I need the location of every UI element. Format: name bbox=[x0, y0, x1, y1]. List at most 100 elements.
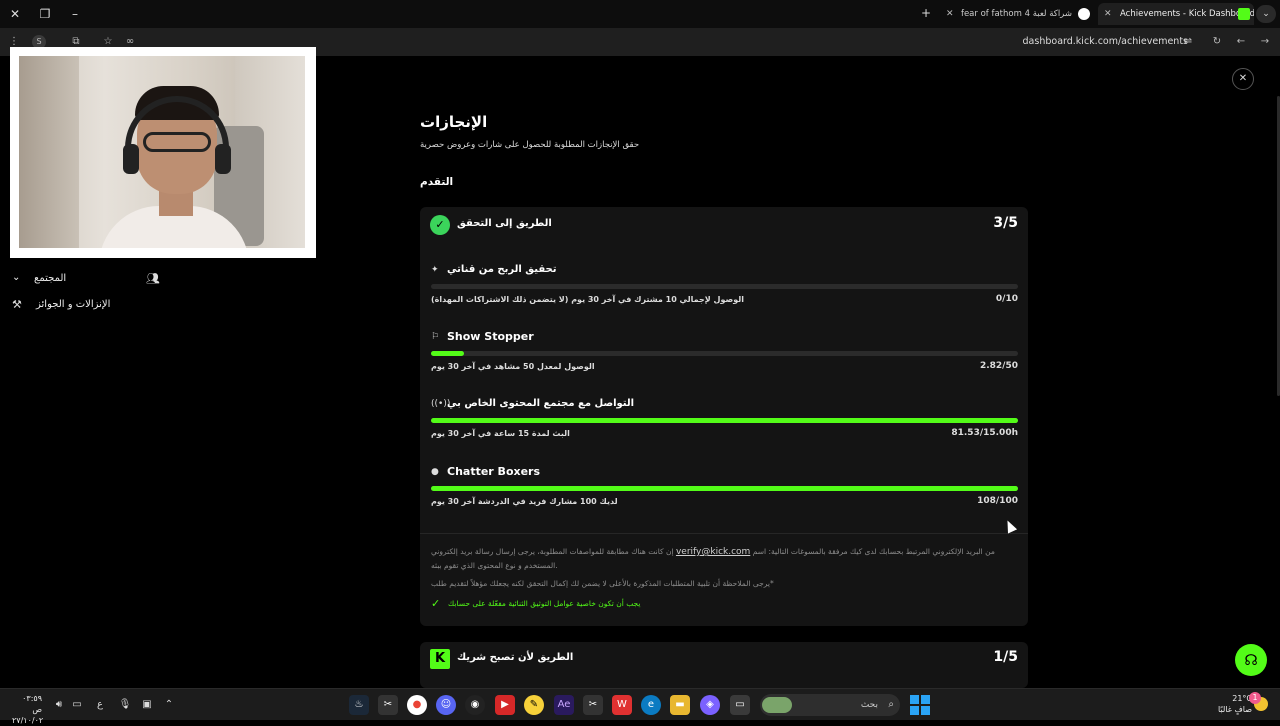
weather-widget[interactable]: 21°C صافٍ غالبًا bbox=[1212, 693, 1252, 715]
minimize-window-icon[interactable]: – bbox=[66, 5, 84, 23]
card-count: 1/5 bbox=[993, 649, 1018, 665]
google-favicon-icon bbox=[1078, 8, 1090, 20]
achievement-description: الوصول لإجمالي 10 مشترك في آخر 30 يوم (ل… bbox=[431, 295, 744, 304]
restore-window-icon[interactable]: ❐ bbox=[36, 5, 54, 23]
progress-track bbox=[431, 418, 1018, 423]
progress-track bbox=[431, 351, 1018, 356]
tab-search-results[interactable]: ✕ شراكة لعبة fear of fathom 4 - بحث bbox=[942, 3, 1094, 25]
progress-track bbox=[431, 284, 1018, 289]
weather-temp: 21°C bbox=[1232, 694, 1252, 703]
card-count: 3/5 bbox=[993, 215, 1018, 231]
forward-icon[interactable]: ← bbox=[1233, 34, 1249, 50]
progress-fill bbox=[431, 351, 465, 356]
chat-bubble-icon: ● bbox=[431, 467, 439, 477]
site-settings-icon[interactable]: ⇌ bbox=[1180, 34, 1196, 50]
achievement-show-stopper: ⚐ Show Stopper الوصول لمعدل 50 مشاهد في … bbox=[431, 330, 1018, 390]
card-title: الطريق لأن تصبح شريك bbox=[457, 652, 574, 663]
copilot-app-icon[interactable]: ◈ bbox=[700, 695, 720, 715]
capcut-app-icon[interactable]: ✂ bbox=[378, 695, 398, 715]
webcam-overlay bbox=[10, 47, 316, 258]
taskbar-search[interactable]: بحث ⌕ bbox=[760, 694, 900, 716]
steam-app-icon[interactable]: ♨ bbox=[349, 695, 369, 715]
windows-start-icon[interactable] bbox=[910, 695, 930, 715]
achievement-value: 81.53/15.00h bbox=[951, 428, 1018, 438]
verification-card: ✓ الطريق إلى التحقق 3/5 ✦ تحقيق الربح من… bbox=[420, 207, 1028, 626]
paint-app-icon[interactable]: ✎ bbox=[524, 695, 544, 715]
achievement-value: 0/10 bbox=[995, 294, 1018, 304]
close-window-icon[interactable]: ✕ bbox=[6, 5, 24, 23]
achievement-chatter-boxers: ● Chatter Boxers لديك 100 مشارك فريد في … bbox=[431, 465, 1018, 525]
achievement-name: التواصل مع مجتمع المحتوى الخاص بي bbox=[447, 398, 635, 409]
tab-title: شراكة لعبة fear of fathom 4 - بحث bbox=[960, 9, 1072, 19]
community-users-icon: 👥︎ bbox=[146, 272, 160, 285]
notification-badge: 1 bbox=[1249, 692, 1261, 704]
weather-desc: صافٍ غالبًا bbox=[1218, 705, 1252, 714]
achievement-monetize: ✦ تحقيق الربح من قناتي الوصول لإجمالي 10… bbox=[431, 263, 1018, 323]
clock-time: ٠٣:٥٩ ص bbox=[22, 694, 42, 714]
search-icon: ⌕ bbox=[888, 699, 894, 710]
chevron-down-icon: ⌄ bbox=[12, 272, 21, 283]
input-language[interactable]: ع bbox=[93, 698, 107, 712]
kick-favicon-icon bbox=[1238, 8, 1250, 20]
tab-search-chevron-icon[interactable]: ⌄ bbox=[1256, 5, 1276, 23]
achievement-name: Show Stopper bbox=[447, 330, 534, 343]
progress-track bbox=[431, 486, 1018, 491]
address-bar[interactable]: dashboard.kick.com/achievements bbox=[1023, 33, 1188, 51]
network-icon[interactable]: ▭ bbox=[70, 698, 84, 712]
note-text: إن كانت هناك مطابقة للمواصفات المطلوبة، … bbox=[431, 547, 674, 556]
sidebar-item-drops-rewards[interactable]: ⚒ الإنزالات و الجوائز bbox=[12, 298, 132, 316]
search-highlight-image bbox=[762, 697, 792, 713]
progress-fill bbox=[431, 486, 1018, 491]
capcut-app-icon[interactable]: ✂ bbox=[583, 695, 603, 715]
tray-app-icon[interactable]: ▣ bbox=[140, 698, 154, 712]
close-tab-icon[interactable]: ✕ bbox=[946, 3, 954, 25]
check-icon: ✓ bbox=[431, 597, 441, 610]
support-chat-button[interactable]: ☊ bbox=[1235, 644, 1267, 676]
achievement-description: الوصول لمعدل 50 مشاهد في آخر 30 يوم bbox=[431, 362, 595, 371]
tab-title: Achievements - Kick Dashboard bbox=[1120, 9, 1254, 19]
achievement-name: تحقيق الربح من قناتي bbox=[447, 264, 557, 275]
verification-disclaimer: يرجى الملاحظة أن تلبية المتطلبات المذكور… bbox=[431, 579, 774, 588]
webcam-video bbox=[19, 56, 305, 248]
task-view-icon[interactable]: ▭ bbox=[730, 695, 750, 715]
requirement-text: يجب أن تكون خاصية عوامل التوثيق الثنائية… bbox=[448, 599, 641, 608]
kick-logo-icon[interactable]: ✕ bbox=[1232, 68, 1254, 90]
card-title: الطريق إلى التحقق bbox=[457, 218, 552, 229]
clock[interactable]: ٠٣:٥٩ ص ٢٧/١٠/٠٢ bbox=[12, 693, 44, 726]
achievement-connect-community: ((•)) التواصل مع مجتمع المحتوى الخاص بي … bbox=[431, 397, 1018, 457]
achievement-value: 2.82/50 bbox=[979, 361, 1018, 371]
verify-email-link[interactable]: verify@kick.com bbox=[676, 547, 750, 557]
achievement-value: 108/100 bbox=[977, 496, 1018, 506]
verification-note: إن كانت هناك مطابقة للمواصفات المطلوبة، … bbox=[431, 545, 1006, 572]
after-effects-app-icon[interactable]: Ae bbox=[554, 695, 574, 715]
reload-icon[interactable]: ↻ bbox=[1209, 34, 1225, 50]
progress-fill bbox=[431, 418, 1018, 423]
partner-card: K الطريق لأن تصبح شريك 1/5 bbox=[420, 642, 1028, 688]
show-stopper-icon: ⚐ bbox=[431, 332, 440, 342]
microphone-icon[interactable]: 🎙︎ bbox=[118, 698, 132, 712]
obs-app-icon[interactable]: ◉ bbox=[465, 695, 485, 715]
show-hidden-icons-chevron-icon[interactable]: ⌃ bbox=[162, 698, 176, 712]
divider bbox=[420, 533, 1028, 534]
page-title: الإنجازات bbox=[420, 113, 488, 131]
progress-heading: التقدم bbox=[420, 176, 454, 188]
new-tab-button[interactable]: + bbox=[918, 5, 934, 21]
achievement-description: البث لمدة 15 ساعة في آخر 30 يوم bbox=[431, 429, 570, 438]
edge-app-icon[interactable]: e bbox=[641, 695, 661, 715]
browser-tab-strip: ✕ ❐ – + ✕ شراكة لعبة fear of fathom 4 - … bbox=[0, 0, 1280, 28]
clock-date: ٢٧/١٠/٠٢ bbox=[12, 716, 44, 725]
chrome-app-icon[interactable]: ● bbox=[407, 695, 427, 715]
kick-k-icon: K bbox=[430, 649, 450, 669]
volume-icon[interactable]: 🔊︎ bbox=[52, 698, 66, 712]
tab-achievements[interactable]: ✕ Achievements - Kick Dashboard bbox=[1098, 3, 1254, 25]
gift-icon: ⚒ bbox=[12, 298, 22, 311]
wps-app-icon[interactable]: W bbox=[612, 695, 632, 715]
youtube-app-icon[interactable]: ▶ bbox=[495, 695, 515, 715]
sparkle-icon: ✦ bbox=[431, 265, 439, 275]
back-icon[interactable]: → bbox=[1257, 34, 1273, 50]
search-label: بحث bbox=[860, 700, 878, 710]
close-tab-icon[interactable]: ✕ bbox=[1104, 3, 1112, 25]
sidebar-item-community[interactable]: ⌄ المجتمع 👥︎ bbox=[12, 272, 162, 290]
discord-app-icon[interactable]: ☺ bbox=[436, 695, 456, 715]
file-explorer-app-icon[interactable]: ▬ bbox=[670, 695, 690, 715]
